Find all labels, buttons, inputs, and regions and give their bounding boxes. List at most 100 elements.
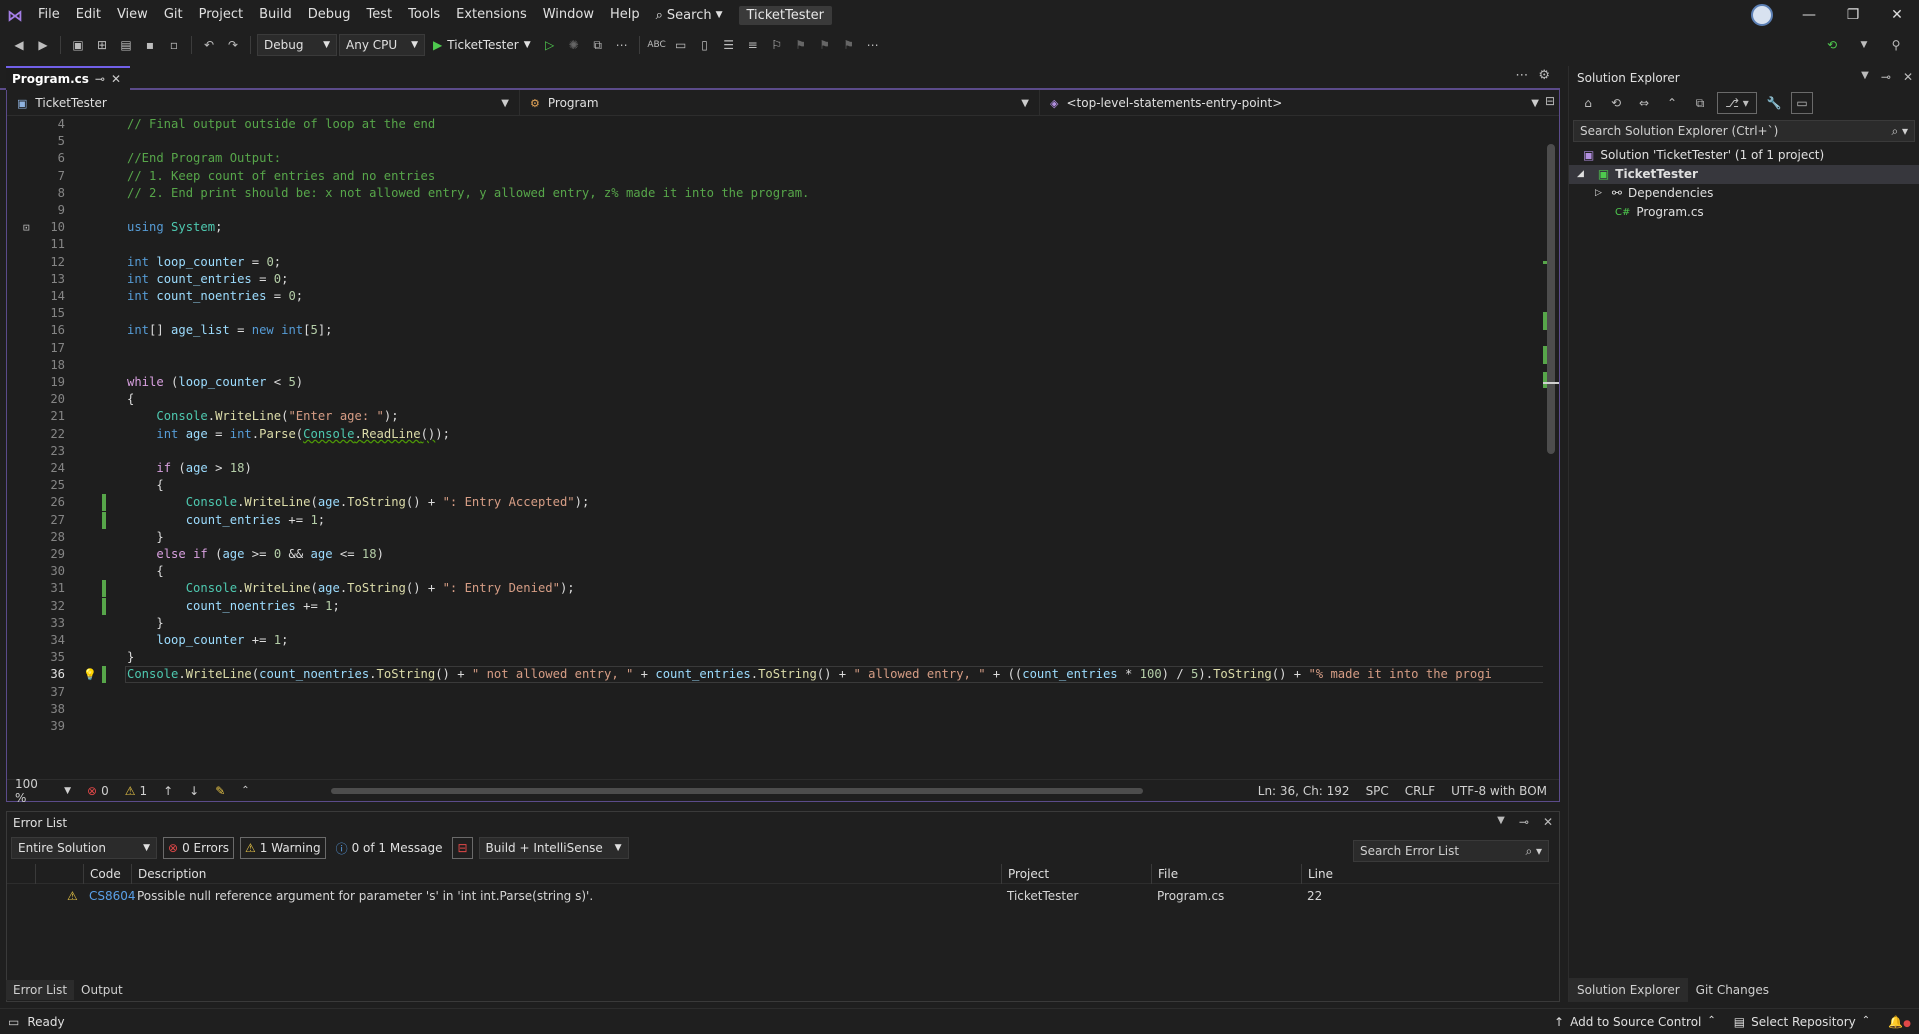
solution-explorer-search[interactable]: Search Solution Explorer (Ctrl+`) ⌕ ▾ xyxy=(1573,120,1915,142)
build-filter-select[interactable]: Build + IntelliSense ▼ xyxy=(478,837,629,859)
code-line[interactable]: 5 xyxy=(7,133,1543,150)
code-line[interactable]: 33 } xyxy=(7,615,1543,632)
code-line[interactable]: 30 { xyxy=(7,563,1543,580)
code-line[interactable]: 18 xyxy=(7,357,1543,374)
menu-window[interactable]: Window xyxy=(535,4,602,26)
toolbar-overflow-icon[interactable]: ⋯ xyxy=(862,34,884,56)
indent-icon[interactable]: ≡ xyxy=(742,34,764,56)
table-row[interactable]: ⚠ CS8604 Possible null reference argumen… xyxy=(7,886,1559,906)
back-icon[interactable]: ◀ xyxy=(8,34,30,56)
code-line[interactable]: 8 // 2. End print should be: x not allowe… xyxy=(7,185,1543,202)
code-line[interactable]: 13 int count_entries = 0; xyxy=(7,271,1543,288)
code-line[interactable]: 31 Console.WriteLine(age.ToString() + ":… xyxy=(7,580,1543,598)
code-line[interactable]: 27 count_entries += 1; xyxy=(7,511,1543,529)
tab-overflow-icon[interactable]: ⋯ xyxy=(1515,68,1528,83)
errors-filter-toggle[interactable]: ⊗ 0 Errors xyxy=(163,837,235,859)
gear-icon[interactable]: ⚙ xyxy=(1538,68,1550,83)
pin-icon[interactable]: ⊸ xyxy=(95,72,105,86)
code-line[interactable]: 23 xyxy=(7,443,1543,460)
scope-select[interactable]: Entire Solution ▼ xyxy=(11,837,157,859)
overflow-icon[interactable]: ⋯ xyxy=(611,34,633,56)
code-line[interactable]: 19 while (loop_counter < 5) xyxy=(7,374,1543,391)
code-line[interactable]: 7 // 1. Keep count of entries and no entr… xyxy=(7,168,1543,185)
menu-test[interactable]: Test xyxy=(359,4,401,26)
previous-issue-icon[interactable]: ↑ xyxy=(155,784,181,798)
member-nav-select[interactable]: ◈ <top-level-statements-entry-point> ▼ xyxy=(1039,90,1549,116)
start-debugging-button[interactable]: ▶ TicketTester ▼ xyxy=(427,38,537,52)
code-line[interactable]: 24 if (age > 18) xyxy=(7,460,1543,477)
error-code-link[interactable]: CS8604 xyxy=(83,886,136,906)
account-avatar[interactable] xyxy=(1751,4,1773,26)
code-line[interactable]: 36 💡 Console.WriteLine(count_noentries.ToS… xyxy=(7,666,1543,684)
undo-icon[interactable]: ↶ xyxy=(198,34,220,56)
menu-build[interactable]: Build xyxy=(251,4,300,26)
column-description[interactable]: Description xyxy=(131,864,1001,884)
forward-icon[interactable]: ▶ xyxy=(32,34,54,56)
line-ending[interactable]: CRLF xyxy=(1397,784,1443,798)
start-without-debugging-icon[interactable]: ▷ xyxy=(539,34,561,56)
code-cleanup-icon[interactable]: ✎ xyxy=(207,784,233,798)
home-icon[interactable]: ⌂ xyxy=(1577,92,1599,114)
code-line[interactable]: 15 xyxy=(7,305,1543,322)
project-nav-select[interactable]: ▣ TicketTester ▼ xyxy=(7,90,519,116)
prev-bookmark-icon[interactable]: ⚑ xyxy=(790,34,812,56)
close-icon[interactable]: ✕ xyxy=(1543,815,1553,829)
warning-count[interactable]: ⚠ 1 xyxy=(117,784,155,798)
clear-bookmarks-icon[interactable]: ⚑ xyxy=(838,34,860,56)
horizontal-scroll-thumb[interactable] xyxy=(331,788,1143,794)
menu-project[interactable]: Project xyxy=(191,4,251,26)
collapse-all-icon[interactable]: ⌃ xyxy=(1661,92,1683,114)
lightbulb-icon[interactable]: 💡 xyxy=(83,666,97,683)
code-line[interactable]: 4 // Final output outside of loop at the … xyxy=(7,116,1543,133)
git-filter-icon[interactable]: ⎇ ▾ xyxy=(1717,92,1757,114)
tab-git-changes[interactable]: Git Changes xyxy=(1688,978,1777,1002)
messages-filter-toggle[interactable]: ⓘ 0 of 1 Message xyxy=(332,840,447,857)
code-area[interactable]: 4 // Final output outside of loop at the … xyxy=(7,116,1543,776)
search-menu[interactable]: ⌕ Search ▼ xyxy=(648,8,731,23)
chevron-up-icon[interactable]: ⌃ xyxy=(233,785,257,796)
uncomment-icon[interactable]: ▯ xyxy=(694,34,716,56)
new-project-icon[interactable]: ▣ xyxy=(67,34,89,56)
output-window-icon[interactable]: ▭ xyxy=(0,1015,27,1029)
bookmark-icon[interactable]: ⚐ xyxy=(766,34,788,56)
menu-view[interactable]: View xyxy=(109,4,156,26)
tree-item-dependencies[interactable]: ▷ ⚯ Dependencies xyxy=(1569,184,1919,203)
error-count[interactable]: ⊗ 0 xyxy=(79,784,117,798)
configuration-select[interactable]: Debug ▼ xyxy=(257,34,337,56)
code-lens-lock-icon[interactable]: ⊡ xyxy=(23,219,30,236)
code-line[interactable]: 21 Console.WriteLine("Enter age: "); xyxy=(7,408,1543,425)
error-list-search[interactable]: Search Error List ⌕ ▾ xyxy=(1353,840,1549,862)
hot-reload-icon[interactable]: ✺ xyxy=(563,34,585,56)
pin-icon[interactable]: ⊸ xyxy=(1519,815,1529,829)
column-project[interactable]: Project xyxy=(1001,864,1151,884)
add-to-source-control-button[interactable]: ↑ Add to Source Control ⌃ xyxy=(1554,1015,1716,1029)
code-line[interactable]: 20 { xyxy=(7,391,1543,408)
menu-tools[interactable]: Tools xyxy=(400,4,448,26)
preview-icon[interactable]: ▭ xyxy=(1791,92,1813,114)
spell-check-icon[interactable]: ABC xyxy=(646,34,668,56)
menu-edit[interactable]: Edit xyxy=(68,4,109,26)
class-nav-select[interactable]: ⚙ Program ▼ xyxy=(519,90,1039,116)
code-line[interactable]: 17 xyxy=(7,340,1543,357)
code-line[interactable]: 34 loop_counter += 1; xyxy=(7,632,1543,649)
indentation-mode[interactable]: SPC xyxy=(1358,784,1397,798)
code-line[interactable]: 39 xyxy=(7,718,1543,735)
visual-studio-logo-icon[interactable]: ⋈ xyxy=(0,0,30,30)
browse-icon[interactable]: ⧉ xyxy=(587,34,609,56)
close-icon[interactable]: ✕ xyxy=(1903,70,1913,84)
menu-file[interactable]: File xyxy=(30,4,68,26)
tab-output[interactable]: Output xyxy=(74,980,130,1000)
properties-icon[interactable]: 🔧 xyxy=(1763,92,1785,114)
show-all-files-icon[interactable]: ⧉ xyxy=(1689,92,1711,114)
live-share-icon[interactable]: ⟲ xyxy=(1821,34,1843,56)
code-line[interactable]: 37 xyxy=(7,684,1543,701)
feedback-icon[interactable]: ⚲ xyxy=(1885,34,1907,56)
select-repository-button[interactable]: ▤ Select Repository ⌃ xyxy=(1734,1015,1870,1029)
code-line[interactable]: 11 xyxy=(7,236,1543,253)
next-bookmark-icon[interactable]: ⚑ xyxy=(814,34,836,56)
code-line[interactable]: 6 //End Program Output: xyxy=(7,150,1543,167)
menu-debug[interactable]: Debug xyxy=(300,4,359,26)
comment-icon[interactable]: ▭ xyxy=(670,34,692,56)
code-line[interactable]: 28 } xyxy=(7,529,1543,546)
expanded-icon[interactable]: ◢ xyxy=(1577,165,1584,184)
